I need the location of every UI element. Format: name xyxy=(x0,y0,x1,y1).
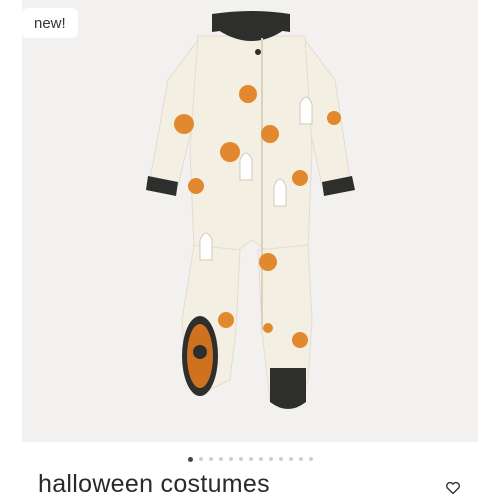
carousel-dot[interactable] xyxy=(238,457,243,461)
carousel-dot[interactable] xyxy=(258,457,263,461)
new-badge: new! xyxy=(22,8,78,38)
product-title[interactable]: halloween costumes xyxy=(38,470,270,499)
carousel-dot[interactable] xyxy=(268,457,273,461)
product-image xyxy=(146,11,355,409)
carousel-dot[interactable] xyxy=(278,457,283,461)
carousel-dot[interactable] xyxy=(308,457,313,461)
carousel-dot[interactable] xyxy=(218,457,223,461)
product-card[interactable]: new! halloween costumes xyxy=(0,0,500,500)
heart-outline-icon[interactable] xyxy=(445,480,461,496)
carousel-dot[interactable] xyxy=(298,457,303,461)
carousel-dot[interactable] xyxy=(208,457,213,461)
carousel-dot[interactable] xyxy=(288,457,293,461)
carousel-dot[interactable] xyxy=(228,457,233,461)
carousel-dot[interactable] xyxy=(187,456,193,462)
carousel-dot[interactable] xyxy=(248,457,253,461)
new-badge-label: new! xyxy=(34,14,66,32)
carousel-indicators[interactable] xyxy=(0,455,500,463)
carousel-dot[interactable] xyxy=(198,457,203,461)
